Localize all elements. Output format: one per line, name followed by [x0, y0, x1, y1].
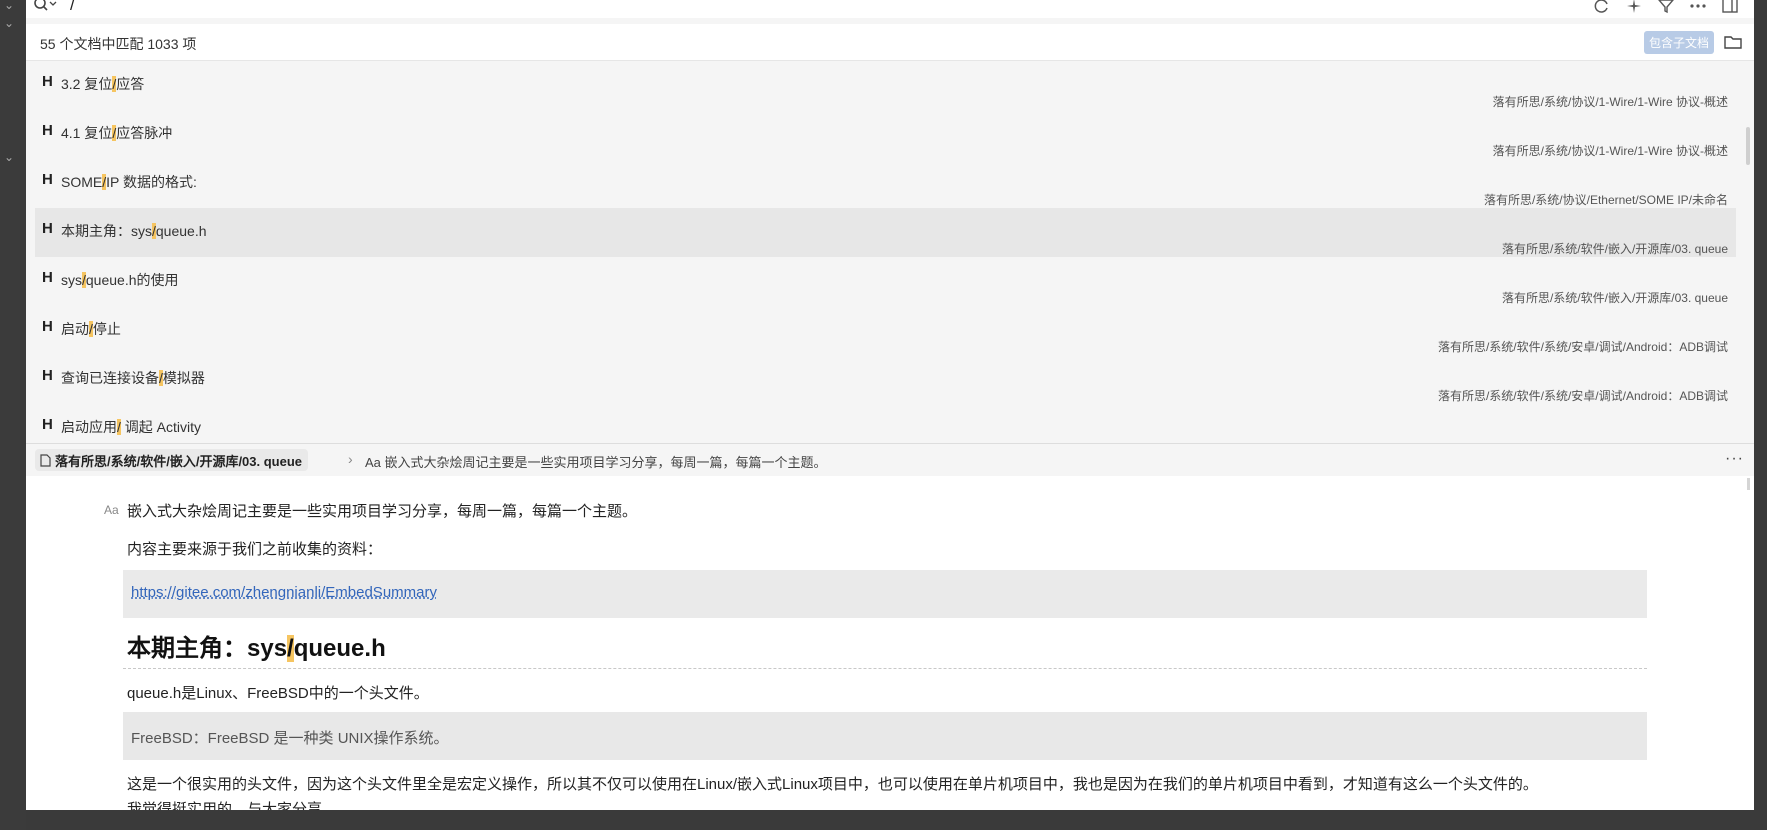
chevron-down-icon[interactable]: ⌄: [4, 150, 14, 164]
link-block: https://gitee.com/zhengnianli/EmbedSumma…: [123, 570, 1647, 618]
heading-icon: H: [42, 269, 53, 286]
paragraph[interactable]: 这是一个很实用的头文件，因为这个头文件里全是宏定义操作，所以其不仅可以使用在Li…: [127, 773, 1538, 794]
refresh-icon[interactable]: [1592, 0, 1612, 14]
result-path: 落有所思/系统/协议/1-Wire/1-Wire 协议-概述: [1492, 144, 1728, 158]
result-title: SOME/IP 数据的格式:: [61, 174, 197, 190]
search-toolbar: [1592, 0, 1740, 14]
heading-icon: H: [42, 73, 53, 90]
search-bar[interactable]: /: [26, 0, 1754, 18]
heading-icon: H: [42, 171, 53, 188]
chevron-down-icon[interactable]: ⌄: [4, 16, 14, 30]
paragraph[interactable]: 我觉得挺实用的，与大家分享。: [127, 798, 337, 810]
result-title: 启动/停止: [61, 321, 121, 337]
result-path: 落有所思/系统/软件/嵌入/开源库/03. queue: [1501, 242, 1728, 256]
search-status-row: 55 个文档中匹配 1033 项 包含子文档: [26, 24, 1754, 61]
result-path: 落有所思/系统/软件/系统/安卓/调试/Android：ADB调试: [1437, 389, 1728, 403]
search-window: / 55 个文档中匹配 1033 项 包含子文档 H 3.2 复位/应答 落有所…: [26, 0, 1754, 810]
breadcrumb-doc-path: 落有所思/系统/软件/嵌入/开源库/03. queue: [55, 453, 303, 469]
source-link[interactable]: https://gitee.com/zhengnianli/EmbedSumma…: [131, 584, 437, 601]
result-item[interactable]: H 查询已连接设备/模拟器 落有所思/系统/软件/系统/安卓/调试/Androi…: [26, 355, 1754, 404]
result-item[interactable]: H 启动/停止 落有所思/系统/软件/系统/安卓/调试/Android：ADB调…: [26, 306, 1754, 355]
folder-icon[interactable]: [1724, 34, 1742, 50]
result-item[interactable]: H 4.1 复位/应答脉冲 落有所思/系统/协议/1-Wire/1-Wire 协…: [26, 110, 1754, 159]
left-panel-strip: ⌄ ⌄ ⌄: [0, 0, 26, 830]
result-item[interactable]: H 3.2 复位/应答 落有所思/系统/协议/1-Wire/1-Wire 协议-…: [26, 61, 1754, 110]
search-icon[interactable]: [34, 0, 58, 15]
blockquote[interactable]: FreeBSD：FreeBSD 是一种类 UNIX操作系统。: [123, 712, 1647, 760]
result-title: 3.2 复位/应答: [61, 76, 145, 92]
result-title: 查询已连接设备/模拟器: [61, 370, 205, 386]
breadcrumb-block[interactable]: Aa 嵌入式大杂烩周记主要是一些实用项目学习分享，每周一篇，每篇一个主题。: [365, 452, 827, 471]
result-title: 启动应用/ 调起 Activity: [61, 419, 202, 435]
editor-scrollbar[interactable]: [1747, 478, 1750, 490]
result-item[interactable]: H 启动应用/ 调起 Activity: [26, 404, 1754, 443]
match-count: 55 个文档中匹配 1033 项: [40, 36, 197, 52]
result-path: 落有所思/系统/软件/系统/安卓/调试/Android：ADB调试: [1437, 340, 1728, 354]
heading-icon: H: [42, 220, 53, 237]
document-icon: [40, 453, 51, 467]
paragraph[interactable]: queue.h是Linux、FreeBSD中的一个头文件。: [127, 682, 429, 703]
preview-editor[interactable]: Aa 嵌入式大杂烩周记主要是一些实用项目学习分享，每周一篇，每篇一个主题。 内容…: [26, 476, 1754, 810]
result-title: 本期主角：sys/queue.h: [61, 223, 207, 239]
include-children-button[interactable]: 包含子文档: [1643, 31, 1714, 54]
search-input[interactable]: /: [70, 0, 75, 15]
chevron-right-icon: ›: [348, 451, 353, 467]
blockquote-text: FreeBSD：FreeBSD 是一种类 UNIX操作系统。: [131, 730, 449, 747]
chevron-down-icon[interactable]: ⌄: [4, 0, 14, 12]
heading-divider: [123, 668, 1647, 669]
paragraph[interactable]: 嵌入式大杂烩周记主要是一些实用项目学习分享，每周一篇，每篇一个主题。: [127, 500, 637, 521]
heading-icon: H: [42, 367, 53, 384]
result-item[interactable]: H sys/queue.h的使用 落有所思/系统/软件/嵌入/开源库/03. q…: [26, 257, 1754, 306]
search-results-list: H 3.2 复位/应答 落有所思/系统/协议/1-Wire/1-Wire 协议-…: [26, 61, 1754, 443]
breadcrumb-doc[interactable]: 落有所思/系统/软件/嵌入/开源库/03. queue: [35, 449, 309, 471]
doc-heading[interactable]: 本期主角：sys/queue.h: [127, 628, 386, 663]
layout-icon[interactable]: [1720, 0, 1740, 14]
result-title: sys/queue.h的使用: [61, 272, 179, 288]
heading-icon: H: [42, 416, 53, 433]
result-item-selected[interactable]: H 本期主角：sys/queue.h 落有所思/系统/软件/嵌入/开源库/03.…: [35, 208, 1736, 257]
more-icon[interactable]: [1688, 0, 1708, 14]
result-item[interactable]: H SOME/IP 数据的格式: 落有所思/系统/协议/Ethernet/SOM…: [26, 159, 1754, 208]
result-path: 落有所思/系统/协议/Ethernet/SOME IP/未命名: [1483, 193, 1728, 207]
paragraph-type-icon[interactable]: Aa: [104, 503, 119, 517]
result-title: 4.1 复位/应答脉冲: [61, 125, 173, 141]
sparkle-icon[interactable]: [1624, 0, 1644, 14]
result-path: 落有所思/系统/软件/嵌入/开源库/03. queue: [1501, 291, 1728, 305]
results-scrollbar[interactable]: [1746, 127, 1750, 165]
more-icon[interactable]: ···: [1725, 450, 1744, 468]
heading-icon: H: [42, 318, 53, 335]
filter-icon[interactable]: [1656, 0, 1676, 14]
heading-icon: H: [42, 122, 53, 139]
result-path: 落有所思/系统/协议/1-Wire/1-Wire 协议-概述: [1492, 95, 1728, 109]
paragraph[interactable]: 内容主要来源于我们之前收集的资料：: [127, 538, 382, 559]
breadcrumb: 落有所思/系统/软件/嵌入/开源库/03. queue › Aa 嵌入式大杂烩周…: [26, 443, 1754, 476]
